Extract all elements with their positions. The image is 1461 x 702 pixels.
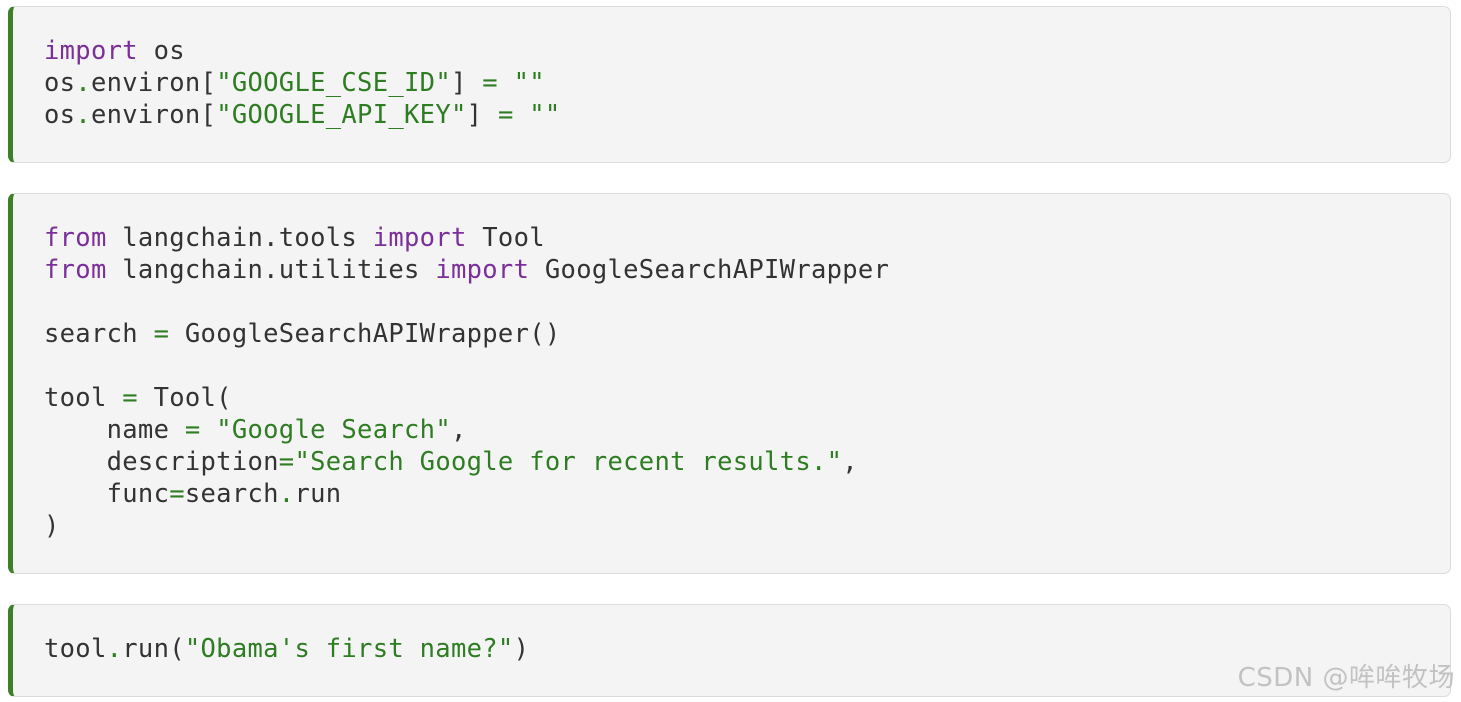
code-line: import os	[44, 35, 561, 67]
code-text: tool	[44, 383, 123, 413]
code-line: os.environ["GOOGLE_API_KEY"] = ""	[44, 99, 561, 131]
code-cell-2[interactable]: from langchain.tools import Tool from lan…	[8, 193, 1451, 574]
code-line: from langchain.utilities import GoogleSe…	[44, 254, 889, 286]
code-line: name = "Google Search",	[44, 414, 889, 446]
code-line: os.environ["GOOGLE_CSE_ID"] = ""	[44, 67, 561, 99]
code-block[interactable]: import os os.environ["GOOGLE_CSE_ID"] = "…	[44, 35, 561, 131]
code-operator: =	[122, 383, 138, 413]
code-string: "GOOGLE_API_KEY"	[216, 100, 467, 130]
code-text: ]	[466, 100, 498, 130]
code-operator: =	[153, 319, 170, 349]
code-text: GoogleSearchAPIWrapper	[529, 255, 890, 285]
code-text: tool	[44, 634, 107, 664]
code-text: ,	[842, 447, 858, 477]
code-text: Tool	[466, 223, 545, 253]
code-text: )	[513, 634, 530, 664]
code-text: langchain.tools	[106, 223, 373, 253]
code-text: search	[184, 479, 279, 509]
code-text: ]	[450, 68, 483, 98]
code-text: run	[294, 479, 342, 509]
code-string: ""	[513, 68, 545, 98]
code-text: )	[44, 511, 60, 541]
code-operator: =	[497, 100, 514, 130]
code-line: ​	[44, 286, 889, 318]
code-string: "GOOGLE_CSE_ID"	[216, 68, 451, 98]
code-text: ,	[450, 415, 467, 445]
code-text: func	[44, 479, 170, 509]
code-operator: .	[278, 479, 295, 509]
code-text: run(	[122, 634, 185, 664]
code-text: name	[44, 415, 185, 445]
code-string: "Search Google for recent results."	[294, 447, 843, 477]
code-line: )	[44, 510, 889, 542]
code-text: environ[	[90, 100, 217, 130]
code-keyword: import	[372, 223, 467, 253]
code-text: os	[44, 100, 76, 130]
code-keyword: from	[44, 255, 107, 285]
code-operator: .	[75, 100, 91, 130]
code-operator: =	[278, 447, 295, 477]
code-line: tool = Tool(	[44, 382, 889, 414]
code-text: search	[44, 319, 154, 349]
code-cell-1[interactable]: import os os.environ["GOOGLE_CSE_ID"] = "…	[8, 6, 1451, 163]
code-line: func=search.run	[44, 478, 889, 510]
code-text: os	[44, 68, 76, 98]
code-string: ""	[529, 100, 561, 130]
code-keyword: from	[44, 223, 107, 253]
code-string: "Obama's first name?"	[184, 634, 514, 664]
code-line: ​	[44, 350, 889, 382]
code-operator: .	[75, 68, 91, 98]
code-line: search = GoogleSearchAPIWrapper()	[44, 318, 889, 350]
code-operator: .	[106, 634, 123, 664]
code-text: os	[137, 36, 185, 66]
watermark-text: CSDN @哞哞牧场	[1237, 663, 1455, 693]
code-cell-3[interactable]: tool.run("Obama's first name?")	[8, 604, 1451, 697]
code-string: "Google Search"	[216, 415, 451, 445]
code-operator: =	[184, 415, 201, 445]
code-text: GoogleSearchAPIWrapper()	[169, 319, 561, 349]
code-line: from langchain.tools import Tool	[44, 222, 889, 254]
code-text: langchain.utilities	[106, 255, 436, 285]
code-block[interactable]: from langchain.tools import Tool from lan…	[44, 222, 889, 542]
code-keyword: import	[44, 36, 138, 66]
code-text: environ[	[90, 68, 217, 98]
code-operator: =	[169, 479, 185, 509]
code-block[interactable]: tool.run("Obama's first name?")	[44, 633, 529, 665]
code-text: description	[44, 447, 279, 477]
code-text: Tool(	[137, 383, 232, 413]
code-keyword: import	[435, 255, 530, 285]
code-operator: =	[482, 68, 498, 98]
code-line: tool.run("Obama's first name?")	[44, 633, 529, 665]
code-line: description="Search Google for recent re…	[44, 446, 889, 478]
